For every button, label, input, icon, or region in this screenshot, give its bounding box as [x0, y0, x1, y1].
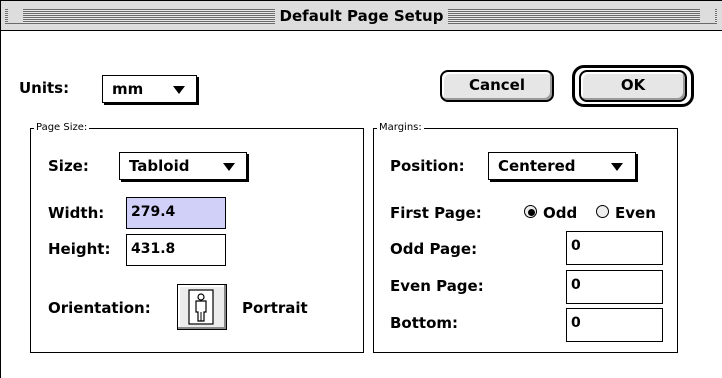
odd-page-value: 0 [571, 238, 581, 254]
size-popup[interactable]: Tabloid [119, 152, 247, 180]
bottom-value: 0 [571, 315, 581, 331]
width-value: 279.4 [131, 204, 176, 220]
bottom-label: Bottom: [390, 314, 459, 332]
units-value: mm [112, 80, 144, 98]
ok-button[interactable]: OK [579, 70, 687, 102]
page-size-group-label: Page Size: [34, 122, 90, 134]
even-page-field[interactable]: 0 [566, 270, 663, 304]
orientation-button[interactable] [177, 284, 227, 330]
orientation-value: Portrait [242, 299, 308, 317]
window-title: Default Page Setup [274, 7, 449, 25]
orientation-label: Orientation: [48, 299, 151, 317]
even-page-label: Even Page: [390, 277, 484, 295]
units-popup[interactable]: mm [102, 75, 197, 103]
first-page-odd-radio[interactable] [524, 205, 537, 218]
width-label: Width: [48, 204, 105, 222]
height-field[interactable]: 431.8 [126, 234, 226, 266]
units-label: Units: [19, 79, 70, 97]
odd-page-field[interactable]: 0 [566, 231, 663, 265]
margins-group-label: Margins: [377, 122, 424, 134]
position-popup[interactable]: Centered [488, 152, 636, 180]
odd-page-label: Odd Page: [390, 240, 478, 258]
height-value: 431.8 [131, 241, 176, 257]
position-label: Position: [390, 157, 465, 175]
size-label: Size: [48, 157, 89, 175]
height-label: Height: [48, 240, 111, 258]
position-value: Centered [498, 157, 576, 175]
chevron-down-icon [173, 86, 185, 94]
first-page-even-label[interactable]: Even [615, 204, 656, 222]
even-page-value: 0 [571, 277, 581, 293]
chevron-down-icon [611, 163, 623, 171]
portrait-person-icon [188, 289, 214, 325]
width-field[interactable]: 279.4 [126, 197, 226, 229]
cancel-button[interactable]: Cancel [440, 70, 554, 102]
size-value: Tabloid [129, 157, 190, 175]
bottom-field[interactable]: 0 [566, 308, 663, 342]
chevron-down-icon [223, 163, 235, 171]
first-page-odd-label[interactable]: Odd [543, 204, 577, 222]
first-page-label: First Page: [390, 204, 482, 222]
title-bar[interactable]: Default Page Setup [1, 1, 722, 31]
first-page-even-radio[interactable] [596, 205, 609, 218]
